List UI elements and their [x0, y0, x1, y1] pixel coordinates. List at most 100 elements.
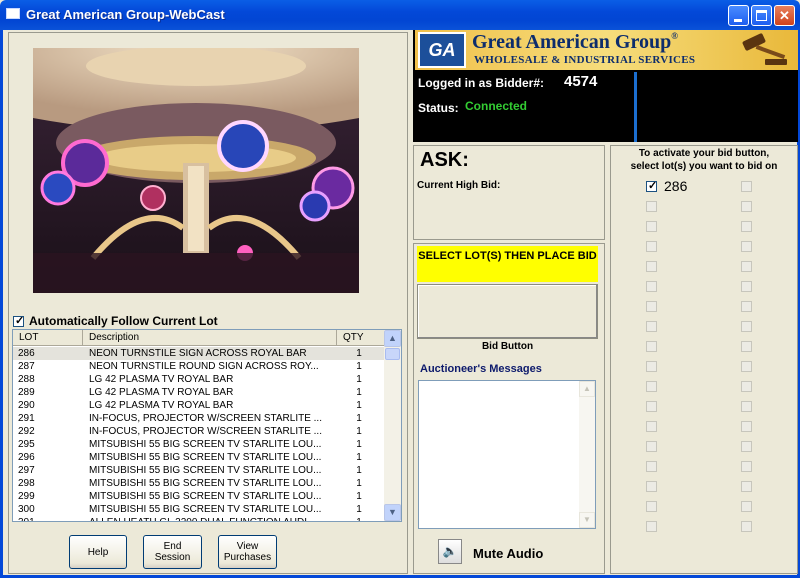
table-row[interactable]: 297 MITSUBISHI 55 BIG SCREEN TV STARLITE … — [13, 464, 385, 477]
lot-select-checkbox[interactable] — [741, 441, 752, 452]
title-bar[interactable]: Great American Group-WebCast ✕ — [0, 0, 800, 30]
view-purchases-line1: View — [236, 541, 259, 552]
lot-select-checkbox[interactable] — [741, 481, 752, 492]
scroll-thumb[interactable] — [385, 348, 400, 360]
follow-current-lot-checkbox[interactable]: Automatically Follow Current Lot — [13, 314, 218, 328]
table-vertical-scrollbar[interactable]: ▲ ▼ — [384, 330, 401, 521]
end-session-button[interactable]: End Session — [143, 535, 202, 569]
lot-select-checkbox[interactable] — [741, 301, 752, 312]
select-lot-notice: SELECT LOT(S) THEN PLACE BID — [417, 246, 598, 282]
table-row[interactable]: 289 LG 42 PLASMA TV ROYAL BAR 1 — [13, 386, 385, 399]
bid-activation-hint: To activate your bid button, select lot(… — [612, 147, 796, 173]
cell-description: LG 42 PLASMA TV ROYAL BAR — [89, 400, 234, 411]
column-header-qty[interactable]: QTY — [337, 330, 385, 346]
hint-line-2: select lot(s) you want to bid on — [630, 161, 778, 172]
table-row[interactable]: 298 MITSUBISHI 55 BIG SCREEN TV STARLITE … — [13, 477, 385, 490]
lot-select-checkbox[interactable] — [646, 461, 657, 472]
speaker-icon: 🔈 — [442, 544, 458, 558]
table-row[interactable]: 288 LG 42 PLASMA TV ROYAL BAR 1 — [13, 373, 385, 386]
lot-select-checkbox[interactable] — [646, 201, 657, 212]
maximize-button[interactable] — [751, 5, 772, 26]
auctioneer-messages-box[interactable]: ▲ ▼ — [418, 380, 596, 529]
table-row[interactable]: 300 MITSUBISHI 55 BIG SCREEN TV STARLITE … — [13, 503, 385, 516]
table-row[interactable]: 291 IN-FOCUS, PROJECTOR W/SCREEN STARLITE… — [13, 412, 385, 425]
table-row[interactable]: 290 LG 42 PLASMA TV ROYAL BAR 1 — [13, 399, 385, 412]
hint-line-1: To activate your bid button, — [638, 148, 770, 159]
lot-select-checkbox[interactable] — [646, 261, 657, 272]
company-logo-mark: GA — [418, 32, 466, 68]
lot-select-checkbox[interactable] — [741, 381, 752, 392]
end-session-line1: End — [163, 541, 182, 552]
help-button[interactable]: Help — [69, 535, 127, 569]
column-header-description[interactable]: Description — [83, 330, 337, 346]
end-session-line2: Session — [154, 552, 191, 563]
cell-description: NEON TURNSTILE ROUND SIGN ACROSS ROY... — [89, 361, 319, 372]
lot-select-checkbox[interactable] — [646, 301, 657, 312]
lot-select-checkbox[interactable] — [741, 421, 752, 432]
lot-list-table: LOT Description QTY 286 NEON TURNSTILE SI… — [12, 329, 402, 522]
cell-qty: 1 — [356, 478, 362, 489]
cell-description: LG 42 PLASMA TV ROYAL BAR — [89, 374, 234, 385]
lot-select-checkbox[interactable] — [646, 501, 657, 512]
messages-scroll-up-icon: ▲ — [583, 384, 591, 393]
cell-lot: 295 — [18, 439, 35, 450]
lot-select-checkbox[interactable] — [741, 501, 752, 512]
table-row[interactable]: 287 NEON TURNSTILE ROUND SIGN ACROSS ROY.… — [13, 360, 385, 373]
close-button[interactable]: ✕ — [774, 5, 795, 26]
lot-select-checkbox[interactable] — [741, 521, 752, 532]
lot-select-checkbox[interactable] — [646, 421, 657, 432]
follow-checkbox-box[interactable] — [13, 314, 24, 328]
lot-select-checkbox[interactable] — [646, 321, 657, 332]
lot-select-checkbox[interactable] — [646, 401, 657, 412]
lot-select-checkbox[interactable] — [646, 481, 657, 492]
lot-select-checkbox[interactable] — [741, 321, 752, 332]
mute-audio-button[interactable]: 🔈 — [438, 539, 462, 564]
lot-select-checkbox[interactable] — [741, 461, 752, 472]
scroll-up-button[interactable]: ▲ — [384, 330, 401, 347]
messages-scrollbar[interactable]: ▲ ▼ — [579, 381, 595, 528]
table-row[interactable]: 299 MITSUBISHI 55 BIG SCREEN TV STARLITE … — [13, 490, 385, 503]
cell-description: MITSUBISHI 55 BIG SCREEN TV STARLITE LOU… — [89, 439, 322, 450]
lot-select-checkbox[interactable] — [646, 221, 657, 232]
messages-scroll-up[interactable]: ▲ — [579, 381, 595, 397]
company-name-text: Great American Group — [472, 31, 672, 53]
lot-select-checkbox[interactable] — [741, 261, 752, 272]
cell-qty: 1 — [356, 400, 362, 411]
view-purchases-button[interactable]: View Purchases — [218, 535, 277, 569]
bidder-number: 4574 — [564, 73, 598, 90]
lot-select-checkbox[interactable] — [646, 361, 657, 372]
lot-select-checkbox[interactable] — [646, 381, 657, 392]
help-button-label: Help — [87, 546, 109, 558]
table-row[interactable]: 295 MITSUBISHI 55 BIG SCREEN TV STARLITE … — [13, 438, 385, 451]
lot-select-checkbox[interactable] — [741, 201, 752, 212]
lot-select-checkbox[interactable] — [741, 281, 752, 292]
cell-lot: 296 — [18, 452, 35, 463]
close-icon: ✕ — [779, 8, 790, 23]
messages-scroll-down[interactable]: ▼ — [579, 512, 595, 528]
scroll-down-button[interactable]: ▼ — [384, 504, 401, 521]
lot-select-checkbox[interactable] — [741, 361, 752, 372]
lot-select-checkbox[interactable] — [646, 281, 657, 292]
table-row[interactable]: 286 NEON TURNSTILE SIGN ACROSS ROYAL BAR 1 — [13, 347, 385, 360]
lot-select-checkbox[interactable] — [646, 341, 657, 352]
connection-status: Connected — [465, 99, 528, 113]
table-row[interactable]: 301 ALLEN HEATH GL 2200 DUAL FUNCTION AUD… — [13, 516, 385, 521]
lot-select-checkbox[interactable] — [741, 221, 752, 232]
table-row[interactable]: 296 MITSUBISHI 55 BIG SCREEN TV STARLITE … — [13, 451, 385, 464]
status-label: Status: — [418, 101, 459, 115]
lot-select-checkbox[interactable] — [646, 179, 657, 192]
casino-photo-graphic — [33, 48, 359, 293]
table-row[interactable]: 292 IN-FOCUS, PROJECTOR W/SCREEN STARLITE… — [13, 425, 385, 438]
lot-select-checkbox[interactable] — [741, 241, 752, 252]
lot-select-checkbox[interactable] — [741, 181, 752, 192]
cell-description: MITSUBISHI 55 BIG SCREEN TV STARLITE LOU… — [89, 491, 322, 502]
bid-button[interactable] — [417, 284, 598, 339]
cell-qty: 1 — [356, 387, 362, 398]
lot-select-checkbox[interactable] — [646, 521, 657, 532]
lot-select-checkbox[interactable] — [741, 341, 752, 352]
minimize-button[interactable] — [728, 5, 749, 26]
lot-select-checkbox[interactable] — [741, 401, 752, 412]
column-header-lot[interactable]: LOT — [13, 330, 83, 346]
lot-select-checkbox[interactable] — [646, 241, 657, 252]
lot-select-checkbox[interactable] — [646, 441, 657, 452]
